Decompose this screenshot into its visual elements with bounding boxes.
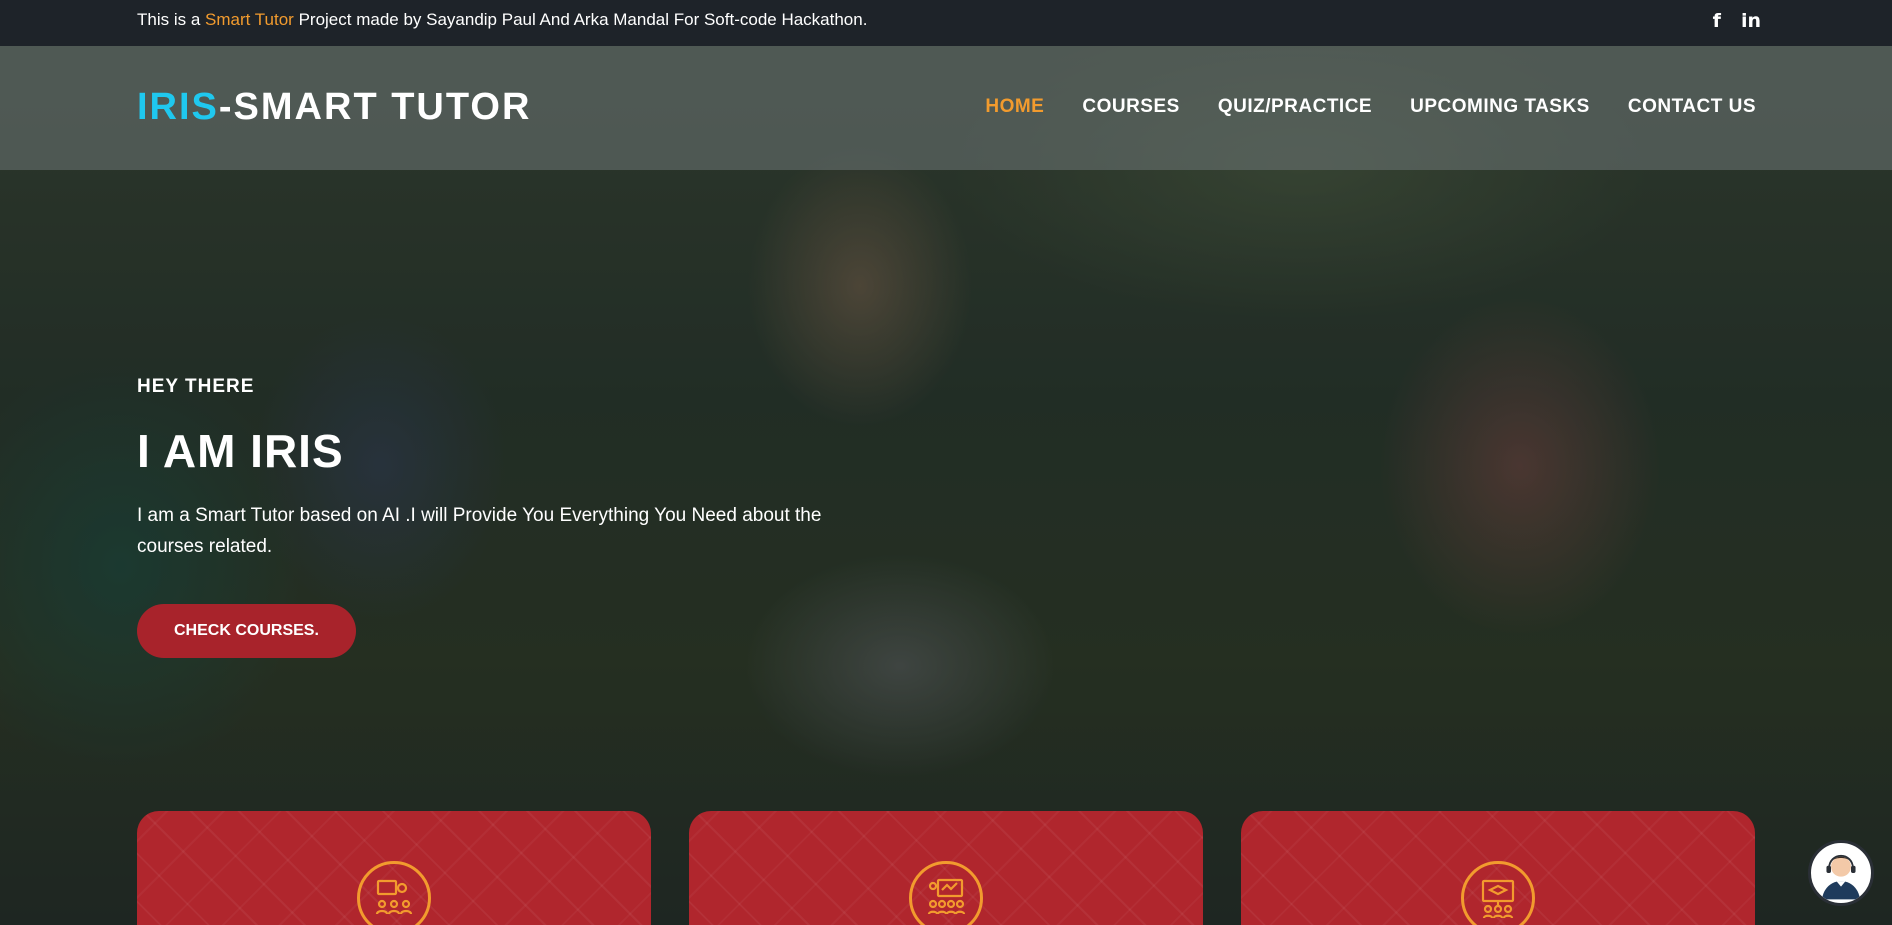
site-logo[interactable]: IRIS-SMART TUTOR <box>137 86 531 129</box>
project-notice: This is a Smart Tutor Project made by Sa… <box>137 10 867 30</box>
linkedin-icon[interactable]: in <box>1741 8 1761 34</box>
feature-card-1[interactable] <box>137 811 651 925</box>
support-agent-avatar-icon[interactable] <box>1808 840 1874 906</box>
logo-accent-text: IRIS <box>137 86 219 128</box>
classroom-group-icon <box>357 861 431 925</box>
feature-card-2[interactable] <box>689 811 1203 925</box>
graduation-lecture-icon <box>1461 861 1535 925</box>
hero-headline: I AM IRIS <box>137 425 344 477</box>
nav-item-contact-us[interactable]: CONTACT US <box>1628 96 1756 118</box>
hero-section: HEY THERE I AM IRIS I am a Smart Tutor b… <box>137 376 857 658</box>
check-courses-button[interactable]: CHECK COURSES. <box>137 604 356 658</box>
notice-accent: Smart Tutor <box>205 10 294 29</box>
facebook-icon[interactable]: f <box>1713 8 1721 34</box>
logo-rest-text: -SMART TUTOR <box>218 86 532 128</box>
nav-item-courses[interactable]: COURSES <box>1082 96 1179 118</box>
nav-item-home[interactable]: HOME <box>985 96 1044 118</box>
nav-item-quiz-practice[interactable]: QUIZ/PRACTICE <box>1218 96 1372 118</box>
top-info-bar: This is a Smart Tutor Project made by Sa… <box>0 0 1892 46</box>
nav-item-upcoming-tasks[interactable]: UPCOMING TASKS <box>1410 96 1590 118</box>
notice-prefix: This is a <box>137 10 206 29</box>
hero-eyebrow: HEY THERE <box>137 376 255 397</box>
feature-card-3[interactable] <box>1241 811 1755 925</box>
social-links: f in <box>1713 8 1761 34</box>
notice-suffix: Project made by Sayandip Paul And Arka M… <box>293 10 868 29</box>
hero-description: I am a Smart Tutor based on AI .I will P… <box>137 505 822 557</box>
presentation-board-icon <box>909 861 983 925</box>
main-nav: HOME COURSES QUIZ/PRACTICE UPCOMING TASK… <box>985 96 1756 118</box>
main-navbar: IRIS-SMART TUTOR HOME COURSES QUIZ/PRACT… <box>0 46 1892 170</box>
